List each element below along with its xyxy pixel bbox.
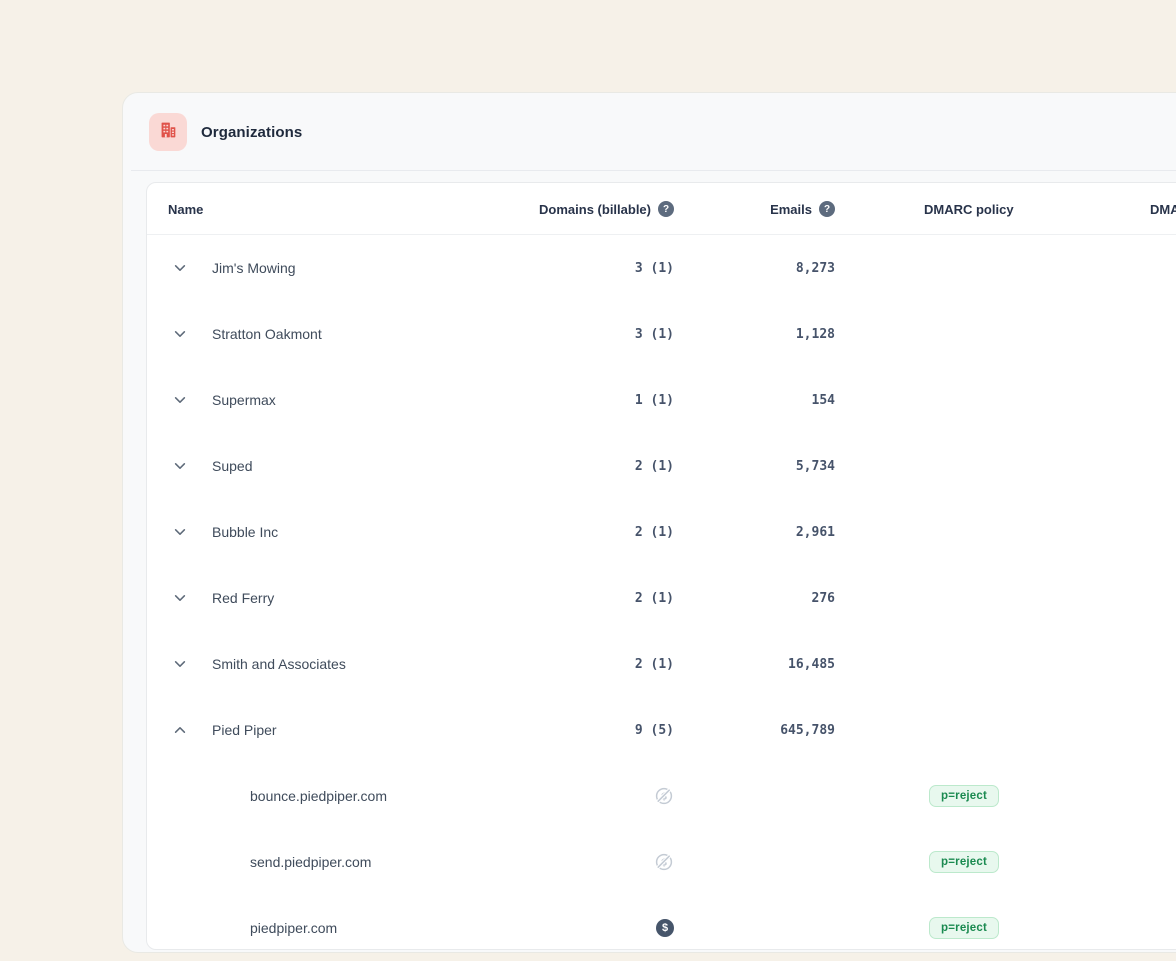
org-domains-count: 3 (1)	[477, 301, 674, 367]
org-row[interactable]: Stratton Oakmont 3 (1) 1,128	[147, 301, 1176, 367]
domain-row: send.piedpiper.com $ p=reject	[147, 829, 1176, 895]
org-row-expanded[interactable]: Pied Piper 9 (5) 645,789	[147, 697, 1176, 763]
org-name: Jim's Mowing	[212, 235, 296, 301]
not-billable-icon: $	[654, 786, 674, 806]
chevron-down-icon[interactable]	[172, 392, 188, 408]
org-domains-count: 2 (1)	[477, 631, 674, 697]
column-header-name: Name	[168, 183, 203, 235]
organizations-table: Name Domains (billable) ? Emails ? DMARC…	[146, 182, 1176, 950]
org-domains-count: 2 (1)	[477, 433, 674, 499]
org-name: Bubble Inc	[212, 499, 278, 565]
org-row[interactable]: Bubble Inc 2 (1) 2,961	[147, 499, 1176, 565]
domain-name: bounce.piedpiper.com	[250, 763, 387, 829]
domain-name: piedpiper.com	[250, 895, 337, 950]
dmarc-policy-badge: p=reject	[929, 851, 999, 873]
org-emails-count: 154	[707, 367, 835, 433]
org-emails-count: 645,789	[707, 697, 835, 763]
org-row[interactable]: Supermax 1 (1) 154	[147, 367, 1176, 433]
chevron-down-icon[interactable]	[172, 656, 188, 672]
chevron-down-icon[interactable]	[172, 458, 188, 474]
org-domains-count: 9 (5)	[477, 697, 674, 763]
org-domains-count: 2 (1)	[477, 565, 674, 631]
chevron-down-icon[interactable]	[172, 260, 188, 276]
column-header-dma-truncated: DMA	[1150, 183, 1176, 235]
table-header-row: Name Domains (billable) ? Emails ? DMARC…	[147, 183, 1176, 235]
chevron-down-icon[interactable]	[172, 524, 188, 540]
org-row[interactable]: Suped 2 (1) 5,734	[147, 433, 1176, 499]
help-icon[interactable]: ?	[819, 201, 835, 217]
column-header-domains: Domains (billable) ?	[477, 183, 674, 235]
org-row[interactable]: Red Ferry 2 (1) 276	[147, 565, 1176, 631]
org-row[interactable]: Jim's Mowing 3 (1) 8,273	[147, 235, 1176, 301]
page-title: Organizations	[201, 113, 302, 151]
table-body: Jim's Mowing 3 (1) 8,273 Stratton Oakmon…	[147, 235, 1176, 950]
org-emails-count: 2,961	[707, 499, 835, 565]
org-name: Pied Piper	[212, 697, 277, 763]
org-domains-count: 1 (1)	[477, 367, 674, 433]
chevron-up-icon[interactable]	[172, 722, 188, 738]
dmarc-policy-badge: p=reject	[929, 917, 999, 939]
org-emails-count: 1,128	[707, 301, 835, 367]
organizations-panel: Organizations Name Domains (billable) ? …	[122, 92, 1176, 953]
domain-row: bounce.piedpiper.com $ p=reject	[147, 763, 1176, 829]
header-divider	[131, 170, 1176, 171]
chevron-down-icon[interactable]	[172, 326, 188, 342]
org-name: Stratton Oakmont	[212, 301, 322, 367]
organizations-icon-badge	[149, 113, 187, 151]
billable-dollar-icon: $	[656, 919, 674, 937]
org-domains-count: 3 (1)	[477, 235, 674, 301]
org-emails-count: 16,485	[707, 631, 835, 697]
domain-name: send.piedpiper.com	[250, 829, 371, 895]
org-name: Red Ferry	[212, 565, 274, 631]
not-billable-icon: $	[654, 852, 674, 872]
panel-header: Organizations	[123, 93, 1176, 170]
chevron-down-icon[interactable]	[172, 590, 188, 606]
org-name: Smith and Associates	[212, 631, 346, 697]
building-icon	[157, 119, 179, 146]
column-header-emails: Emails ?	[707, 183, 835, 235]
help-icon[interactable]: ?	[658, 201, 674, 217]
domain-row: piedpiper.com $ p=reject	[147, 895, 1176, 950]
org-domains-count: 2 (1)	[477, 499, 674, 565]
org-emails-count: 5,734	[707, 433, 835, 499]
org-emails-count: 8,273	[707, 235, 835, 301]
dmarc-policy-badge: p=reject	[929, 785, 999, 807]
org-name: Suped	[212, 433, 252, 499]
org-emails-count: 276	[707, 565, 835, 631]
column-header-dmarc-policy: DMARC policy	[924, 183, 1014, 235]
org-row[interactable]: Smith and Associates 2 (1) 16,485	[147, 631, 1176, 697]
org-name: Supermax	[212, 367, 276, 433]
